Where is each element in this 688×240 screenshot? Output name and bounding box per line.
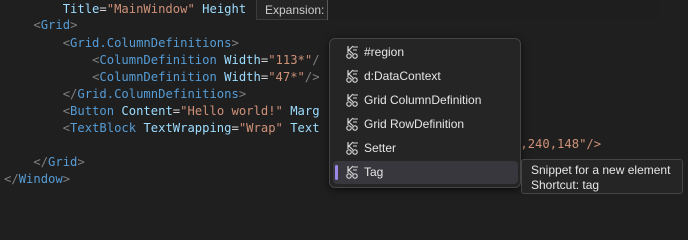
completion-item-datacontext[interactable]: d:DataContext — [333, 65, 518, 88]
code-token: Content — [121, 104, 173, 118]
completion-item-region[interactable]: #region — [333, 41, 518, 64]
code-token: ColumnDefinition — [99, 70, 217, 84]
code-token: / — [312, 53, 320, 67]
code-token: TextBlock — [70, 121, 137, 135]
line-coldefs-open: <Grid.ColumnDefinitions> — [4, 35, 239, 52]
snippet-icon — [345, 69, 360, 84]
snippet-icon — [345, 45, 360, 60]
completion-item-label: Grid RowDefinition — [364, 117, 465, 131]
code-token: Grid.ColumnDefinitions — [77, 87, 239, 101]
snippet-icon — [345, 165, 360, 180]
line-title: Title="MainWindow" Height — [4, 1, 246, 18]
code-token: /> — [304, 70, 320, 84]
code-token: "Wrap" — [238, 121, 283, 135]
line-coldefs-close: </Grid.ColumnDefinitions> — [4, 86, 246, 103]
line-grid-open: <Grid> — [4, 17, 77, 34]
code-token: Width — [224, 53, 261, 67]
expansion-input[interactable] — [327, 0, 658, 20]
completion-item-setter[interactable]: Setter — [333, 137, 518, 160]
code-token: Width — [224, 70, 261, 84]
completion-item-tag[interactable]: Tag — [333, 161, 518, 184]
code-token: = — [99, 2, 107, 16]
selection-indicator — [335, 165, 338, 180]
line-coldef-1: <ColumnDefinition Width="113*"/ — [4, 52, 320, 69]
line-window-close: </Window> — [4, 171, 70, 188]
completion-item-grid-rowdefinition[interactable]: Grid RowDefinition — [333, 113, 518, 136]
line-grid-close: </Grid> — [4, 154, 85, 171]
line-button: <Button Content="Hello world!" Marg — [4, 103, 320, 120]
code-token: "113*" — [268, 53, 313, 67]
expansion-label: Expansion: — [265, 3, 325, 17]
code-token: "Hello world!" — [180, 104, 283, 118]
code-token: Grid — [40, 18, 71, 32]
code-token: "MainWindow" — [106, 2, 195, 16]
completion-item-label: d:DataContext — [364, 69, 441, 83]
completion-item-grid-columndefinition[interactable]: Grid ColumnDefinition — [333, 89, 518, 112]
code-token: Grid — [48, 155, 78, 169]
code-token: "47*" — [268, 70, 305, 84]
tooltip-description: Snippet for a new element — [531, 163, 671, 177]
tooltip-shortcut: Shortcut: tag — [531, 178, 600, 192]
completion-item-label: Grid ColumnDefinition — [364, 93, 482, 107]
snippet-completion-list[interactable]: #region d:DataContext Grid ColumnDefinit… — [329, 38, 521, 188]
code-token: > — [238, 87, 247, 101]
code-token: = — [231, 121, 239, 135]
code-token: Height — [202, 2, 247, 16]
code-token: Window — [18, 172, 63, 186]
code-token: Title — [62, 2, 100, 16]
code-token: Button — [70, 104, 115, 118]
snippet-tooltip: Snippet for a new element Shortcut: tag — [521, 159, 683, 194]
code-token: > — [77, 155, 85, 169]
code-token: < — [33, 18, 41, 32]
completion-item-label: Tag — [364, 165, 384, 179]
line-coldef-2: <ColumnDefinition Width="47*"/> — [4, 69, 320, 86]
completion-item-label: #region — [364, 45, 405, 59]
code-token: </ — [62, 87, 78, 101]
code-token: > — [70, 18, 78, 32]
snippet-icon — [345, 141, 360, 156]
code-token: < — [62, 121, 71, 135]
expansion-bar: Expansion: — [256, 0, 658, 20]
completion-item-label: Setter — [364, 141, 397, 155]
code-token: Marg — [290, 104, 320, 118]
code-token: < — [62, 104, 71, 118]
snippet-icon — [345, 93, 360, 108]
snippet-icon — [345, 117, 360, 132]
code-token: < — [62, 36, 71, 50]
line-textblock: <TextBlock TextWrapping="Wrap" Text — [4, 120, 320, 137]
code-token: Grid.ColumnDefinitions — [70, 36, 232, 50]
code-token: Text — [290, 121, 320, 135]
code-token: TextWrapping — [143, 121, 232, 135]
code-token: > — [62, 172, 71, 186]
code-token: ColumnDefinition — [99, 53, 217, 67]
code-token: </ — [33, 155, 49, 169]
code-token: > — [231, 36, 239, 50]
code-token: </ — [4, 172, 19, 186]
